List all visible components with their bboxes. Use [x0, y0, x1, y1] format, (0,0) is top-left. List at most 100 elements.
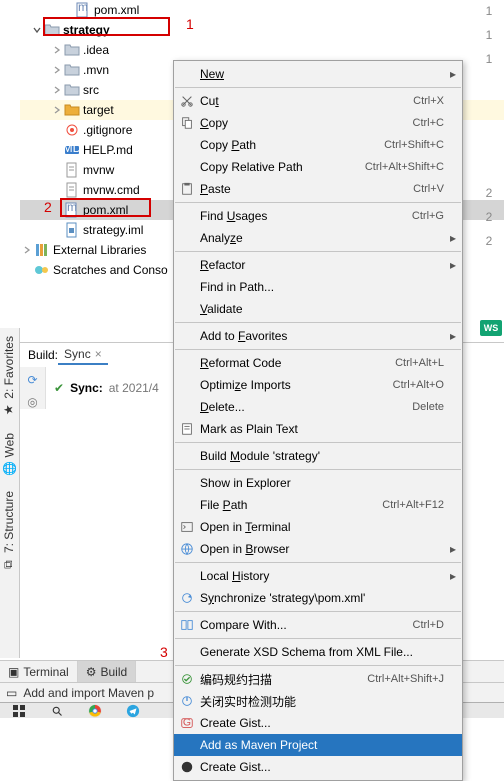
menu-separator: [175, 202, 461, 203]
chevron-right-icon[interactable]: [20, 243, 34, 257]
tree-item-label: HELP.md: [83, 143, 133, 157]
submenu-arrow-icon: ▸: [450, 258, 456, 272]
check-icon: ✔: [54, 381, 64, 395]
menu-item-copy[interactable]: CopyCtrl+C: [174, 112, 462, 134]
search-button[interactable]: [38, 703, 76, 718]
tree-item[interactable]: .idea: [20, 40, 504, 60]
menu-item-copy-relative-path[interactable]: Copy Relative PathCtrl+Alt+Shift+C: [174, 156, 462, 178]
toolwindow-tab-build[interactable]: ⚙Build: [78, 661, 136, 682]
tree-item-label: strategy.iml: [83, 223, 143, 237]
file-icon: [64, 182, 80, 198]
sync-timestamp: at 2021/4: [109, 381, 159, 395]
sync-icon[interactable]: ⟳: [27, 373, 37, 387]
menu-item-cut[interactable]: CutCtrl+X: [174, 90, 462, 112]
toolwindow-tab-structure[interactable]: ⧉7: Structure: [0, 483, 18, 580]
annotation-box-2: [60, 198, 151, 217]
taskbar-app-chrome[interactable]: [76, 703, 114, 718]
svg-text:m: m: [78, 0, 88, 14]
folder-icon: [64, 42, 80, 58]
chevron-right-icon[interactable]: [50, 63, 64, 77]
menu-item-find-usages[interactable]: Find UsagesCtrl+G: [174, 205, 462, 227]
menu-separator: [175, 251, 461, 252]
toggle-icon: [178, 693, 196, 709]
menu-item-optimize-imports[interactable]: Optimize ImportsCtrl+Alt+O: [174, 374, 462, 396]
tree-item-label: src: [83, 83, 99, 97]
menu-item-refactor[interactable]: Refactor▸: [174, 254, 462, 276]
menu-item-generate-xsd[interactable]: Generate XSD Schema from XML File...: [174, 641, 462, 663]
annotation-number-1: 1: [186, 16, 194, 32]
toolwindow-tab-web[interactable]: 🌐Web: [0, 425, 19, 483]
sync-label: Sync:: [70, 381, 103, 395]
browser-icon: [178, 541, 196, 557]
build-tab-sync[interactable]: Sync×: [58, 345, 108, 365]
tree-item-label: Scratches and Conso: [53, 263, 168, 277]
menu-item-show-in-explorer[interactable]: Show in Explorer: [174, 472, 462, 494]
menu-item-synchronize[interactable]: Synchronize 'strategy\pom.xml': [174, 587, 462, 609]
paste-icon: [178, 181, 196, 197]
toolwindow-tab-favorites[interactable]: ★2: Favorites: [0, 328, 18, 425]
library-icon: [34, 242, 50, 258]
scratches-icon: [34, 262, 50, 278]
tree-item-label: target: [83, 103, 114, 117]
menu-item-compare-with[interactable]: Compare With...Ctrl+D: [174, 614, 462, 636]
start-button[interactable]: [0, 703, 38, 718]
menu-item-file-path[interactable]: File PathCtrl+Alt+F12: [174, 494, 462, 516]
tree-item-label: .mvn: [83, 63, 109, 77]
chevron-right-icon[interactable]: [50, 103, 64, 117]
taskbar-app-telegram[interactable]: [114, 703, 152, 718]
submenu-arrow-icon: ▸: [450, 542, 456, 556]
menu-item-close-realtime[interactable]: 关闭实时检测功能: [174, 690, 462, 712]
gist-icon: G: [178, 715, 196, 731]
menu-item-code-scan[interactable]: 编码规约扫描Ctrl+Alt+Shift+J: [174, 668, 462, 690]
target-icon[interactable]: ◎: [27, 395, 37, 409]
status-message: Add and import Maven p: [23, 686, 154, 700]
gitignore-file-icon: [64, 122, 80, 138]
menu-item-new[interactable]: New▸: [174, 63, 462, 85]
menu-item-delete[interactable]: Delete...Delete: [174, 396, 462, 418]
menu-separator: [175, 349, 461, 350]
menu-item-open-browser[interactable]: Open in Browser▸: [174, 538, 462, 560]
menu-item-copy-path[interactable]: Copy PathCtrl+Shift+C: [174, 134, 462, 156]
submenu-arrow-icon: ▸: [450, 329, 456, 343]
folder-icon: [64, 62, 80, 78]
tree-item-label: .gitignore: [83, 123, 132, 137]
menu-item-add-maven-project[interactable]: Add as Maven Project: [174, 734, 462, 756]
status-icon[interactable]: ▭: [6, 686, 17, 700]
close-icon[interactable]: ×: [95, 347, 102, 361]
menu-item-find-in-path[interactable]: Find in Path...: [174, 276, 462, 298]
build-icon: ⚙: [86, 665, 97, 679]
menu-separator: [175, 322, 461, 323]
build-label: Build:: [28, 348, 58, 362]
menu-item-paste[interactable]: PasteCtrl+V: [174, 178, 462, 200]
sync-status-row[interactable]: ✔ Sync: at 2021/4: [46, 367, 167, 409]
build-gutter: ⟳ ◎: [20, 367, 46, 409]
scan-icon: [178, 671, 196, 687]
menu-separator: [175, 562, 461, 563]
annotation-box-1: [43, 17, 170, 36]
md-file-icon: MD: [64, 142, 80, 158]
menu-item-add-to-favorites[interactable]: Add to Favorites▸: [174, 325, 462, 347]
submenu-arrow-icon: ▸: [450, 569, 456, 583]
menu-item-open-terminal[interactable]: Open in Terminal: [174, 516, 462, 538]
tree-item-label: .idea: [83, 43, 109, 57]
terminal-icon: [178, 519, 196, 535]
menu-item-create-gist[interactable]: G Create Gist...: [174, 712, 462, 734]
tree-item-label: mvnw.cmd: [83, 183, 140, 197]
menu-item-build-module[interactable]: Build Module 'strategy': [174, 445, 462, 467]
chevron-right-icon[interactable]: [50, 83, 64, 97]
xml-file-icon: m: [75, 2, 91, 18]
chevron-down-icon[interactable]: [30, 23, 44, 37]
menu-separator: [175, 442, 461, 443]
menu-separator: [175, 638, 461, 639]
menu-item-analyze[interactable]: Analyze▸: [174, 227, 462, 249]
terminal-icon: ▣: [8, 665, 19, 679]
star-icon: ★: [2, 404, 16, 415]
menu-item-reformat-code[interactable]: Reformat CodeCtrl+Alt+L: [174, 352, 462, 374]
menu-item-create-gist-2[interactable]: Create Gist...: [174, 756, 462, 778]
menu-item-validate[interactable]: Validate: [174, 298, 462, 320]
menu-item-local-history[interactable]: Local History▸: [174, 565, 462, 587]
submenu-arrow-icon: ▸: [450, 67, 456, 81]
toolwindow-tab-terminal[interactable]: ▣Terminal: [0, 661, 78, 682]
chevron-right-icon[interactable]: [50, 43, 64, 57]
menu-item-mark-plain-text[interactable]: Mark as Plain Text: [174, 418, 462, 440]
